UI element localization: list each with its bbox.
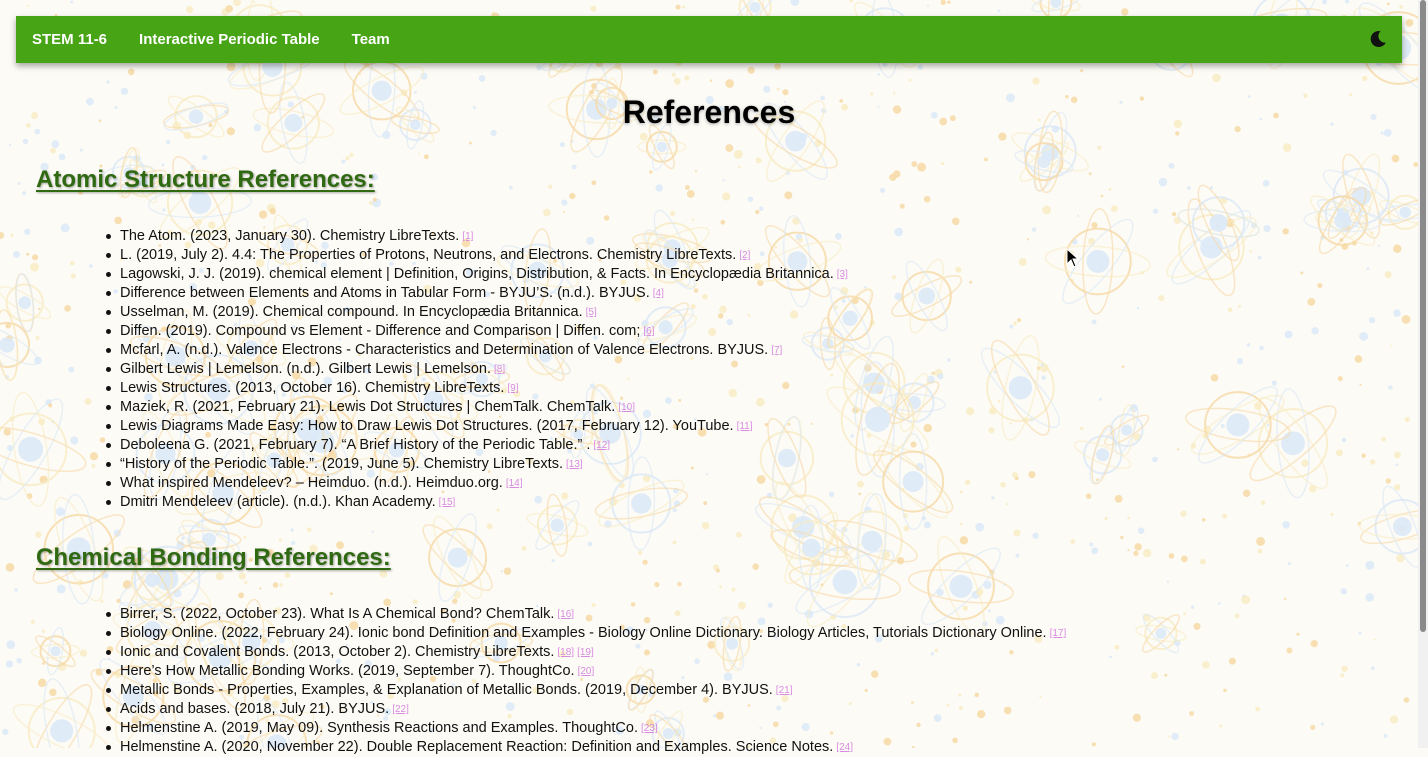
reference-source-link[interactable]: [9] bbox=[507, 383, 518, 394]
reference-text: Biology Online. (2022, February 24). Ion… bbox=[120, 625, 1047, 641]
reference-item: The Atom. (2023, January 30). Chemistry … bbox=[106, 227, 848, 246]
reference-item: Gilbert Lewis | Lemelson. (n.d.). Gilber… bbox=[106, 360, 848, 379]
reference-source-link[interactable]: [11] bbox=[737, 421, 753, 432]
reference-item: Difference between Elements and Atoms in… bbox=[106, 284, 848, 303]
reference-text: Gilbert Lewis | Lemelson. (n.d.). Gilber… bbox=[120, 361, 491, 377]
reference-text: Birrer, S. (2022, October 23). What Is A… bbox=[120, 606, 555, 622]
reference-source-link[interactable]: [18] bbox=[557, 647, 574, 658]
reference-item: “History of the Periodic Table.”. (2019,… bbox=[106, 455, 848, 474]
reference-source-link[interactable]: [8] bbox=[494, 364, 505, 375]
reference-source-link[interactable]: [4] bbox=[653, 288, 664, 299]
atomic-structure-reference-list: The Atom. (2023, January 30). Chemistry … bbox=[106, 227, 848, 512]
reference-text: Ionic and Covalent Bonds. (2013, October… bbox=[120, 644, 555, 660]
reference-item: Biology Online. (2022, February 24). Ion… bbox=[105, 624, 1067, 643]
reference-text: Mcfarl, A. (n.d.). Valence Electrons - C… bbox=[120, 342, 769, 358]
reference-source-link[interactable]: [20] bbox=[578, 666, 595, 677]
reference-source-link[interactable]: [1] bbox=[462, 231, 473, 242]
reference-item: L. (2019, July 2). 4.4: The Properties o… bbox=[106, 246, 848, 265]
atomic-structure-heading: Atomic Structure References: bbox=[36, 166, 375, 193]
reference-text: What inspired Mendeleev? – Heimduo. (n.d… bbox=[120, 475, 503, 491]
top-navbar: STEM 11-6 Interactive Periodic Table Tea… bbox=[16, 16, 1402, 63]
reference-item: Diffen. (2019). Compound vs Element - Di… bbox=[106, 322, 848, 341]
reference-text: Dmitri Mendeleev (article). (n.d.). Khan… bbox=[120, 494, 436, 510]
reference-item: Lewis Structures. (2013, October 16). Ch… bbox=[106, 379, 848, 398]
reference-item: What inspired Mendeleev? – Heimduo. (n.d… bbox=[106, 474, 848, 493]
reference-text: “History of the Periodic Table.”. (2019,… bbox=[120, 456, 563, 472]
reference-source-link[interactable]: [21] bbox=[776, 685, 793, 696]
reference-text: The Atom. (2023, January 30). Chemistry … bbox=[120, 228, 460, 244]
reference-source-link[interactable]: [10] bbox=[618, 402, 635, 413]
reference-source-link[interactable]: [12] bbox=[593, 440, 610, 451]
reference-item: Deboleena G. (2021, February 7). “A Brie… bbox=[106, 436, 848, 455]
nav-link-team[interactable]: Team bbox=[352, 31, 390, 48]
reference-text: Diffen. (2019). Compound vs Element - Di… bbox=[120, 323, 641, 339]
reference-text: Metallic Bonds - Properties, Examples, &… bbox=[120, 682, 773, 698]
reference-text: Lewis Structures. (2013, October 16). Ch… bbox=[120, 380, 505, 396]
page-title: References bbox=[622, 94, 796, 130]
reference-item: Metallic Bonds - Properties, Examples, &… bbox=[105, 681, 1066, 700]
reference-source-link[interactable]: [13] bbox=[566, 459, 583, 470]
chemical-bonding-heading: Chemical Bonding References: bbox=[36, 544, 391, 571]
reference-source-link[interactable]: [6] bbox=[643, 326, 654, 337]
reference-source-link[interactable]: [23] bbox=[641, 723, 658, 734]
theme-toggle-button[interactable] bbox=[1368, 29, 1388, 49]
reference-text: Helmenstine A. (2020, November 22). Doub… bbox=[120, 739, 834, 755]
reference-source-link[interactable]: [19] bbox=[577, 647, 594, 658]
moon-icon bbox=[1370, 30, 1386, 47]
reference-item: Ionic and Covalent Bonds. (2013, October… bbox=[105, 643, 1066, 662]
reference-source-link[interactable]: [16] bbox=[557, 609, 574, 620]
reference-item: Mcfarl, A. (n.d.). Valence Electrons - C… bbox=[106, 341, 848, 360]
reference-text: Helmenstine A. (2019, May 09). Synthesis… bbox=[120, 720, 638, 736]
reference-text: Acids and bases. (2018, July 21). BYJUS. bbox=[120, 701, 390, 717]
nav-link-home[interactable]: STEM 11-6 bbox=[32, 31, 107, 48]
reference-item: Usselman, M. (2019). Chemical compound. … bbox=[106, 303, 848, 322]
reference-text: L. (2019, July 2). 4.4: The Properties o… bbox=[120, 247, 737, 263]
reference-text: Maziek, R. (2021, February 21). Lewis Do… bbox=[120, 399, 616, 415]
reference-text: Difference between Elements and Atoms in… bbox=[120, 285, 650, 301]
reference-text: Lewis Diagrams Made Easy: How to Draw Le… bbox=[120, 418, 734, 434]
reference-source-link[interactable]: [3] bbox=[837, 269, 848, 280]
reference-text: Lagowski, J. J. (2019). chemical element… bbox=[120, 266, 834, 282]
nav-link-periodic-table[interactable]: Interactive Periodic Table bbox=[139, 31, 320, 48]
reference-item: Here’s How Metallic Bonding Works. (2019… bbox=[105, 662, 1066, 681]
scrollbar-thumb[interactable] bbox=[1420, 0, 1426, 632]
reference-item: Birrer, S. (2022, October 23). What Is A… bbox=[105, 605, 1066, 624]
reference-source-link[interactable]: [15] bbox=[439, 497, 456, 508]
reference-source-link[interactable]: [14] bbox=[506, 478, 523, 489]
reference-item: Maziek, R. (2021, February 21). Lewis Do… bbox=[106, 398, 848, 417]
reference-source-link[interactable]: [17] bbox=[1050, 628, 1067, 639]
reference-text: Here’s How Metallic Bonding Works. (2019… bbox=[120, 663, 575, 679]
reference-item: Helmenstine A. (2019, May 09). Synthesis… bbox=[105, 719, 1066, 738]
reference-text: Deboleena G. (2021, February 7). “A Brie… bbox=[120, 437, 591, 453]
reference-text: Usselman, M. (2019). Chemical compound. … bbox=[120, 304, 583, 320]
chemical-bonding-reference-list: Birrer, S. (2022, October 23). What Is A… bbox=[105, 605, 1067, 757]
reference-source-link[interactable]: [7] bbox=[771, 345, 782, 356]
reference-item: Lewis Diagrams Made Easy: How to Draw Le… bbox=[106, 417, 848, 436]
reference-item: Dmitri Mendeleev (article). (n.d.). Khan… bbox=[106, 493, 848, 512]
reference-source-link[interactable]: [22] bbox=[392, 704, 409, 715]
vertical-scrollbar[interactable] bbox=[1418, 0, 1428, 748]
reference-source-link[interactable]: [5] bbox=[586, 307, 597, 318]
mouse-cursor-icon bbox=[1066, 248, 1080, 268]
reference-item: Acids and bases. (2018, July 21). BYJUS.… bbox=[105, 700, 1066, 719]
reference-source-link[interactable]: [2] bbox=[739, 250, 750, 261]
reference-item: Lagowski, J. J. (2019). chemical element… bbox=[106, 265, 848, 284]
